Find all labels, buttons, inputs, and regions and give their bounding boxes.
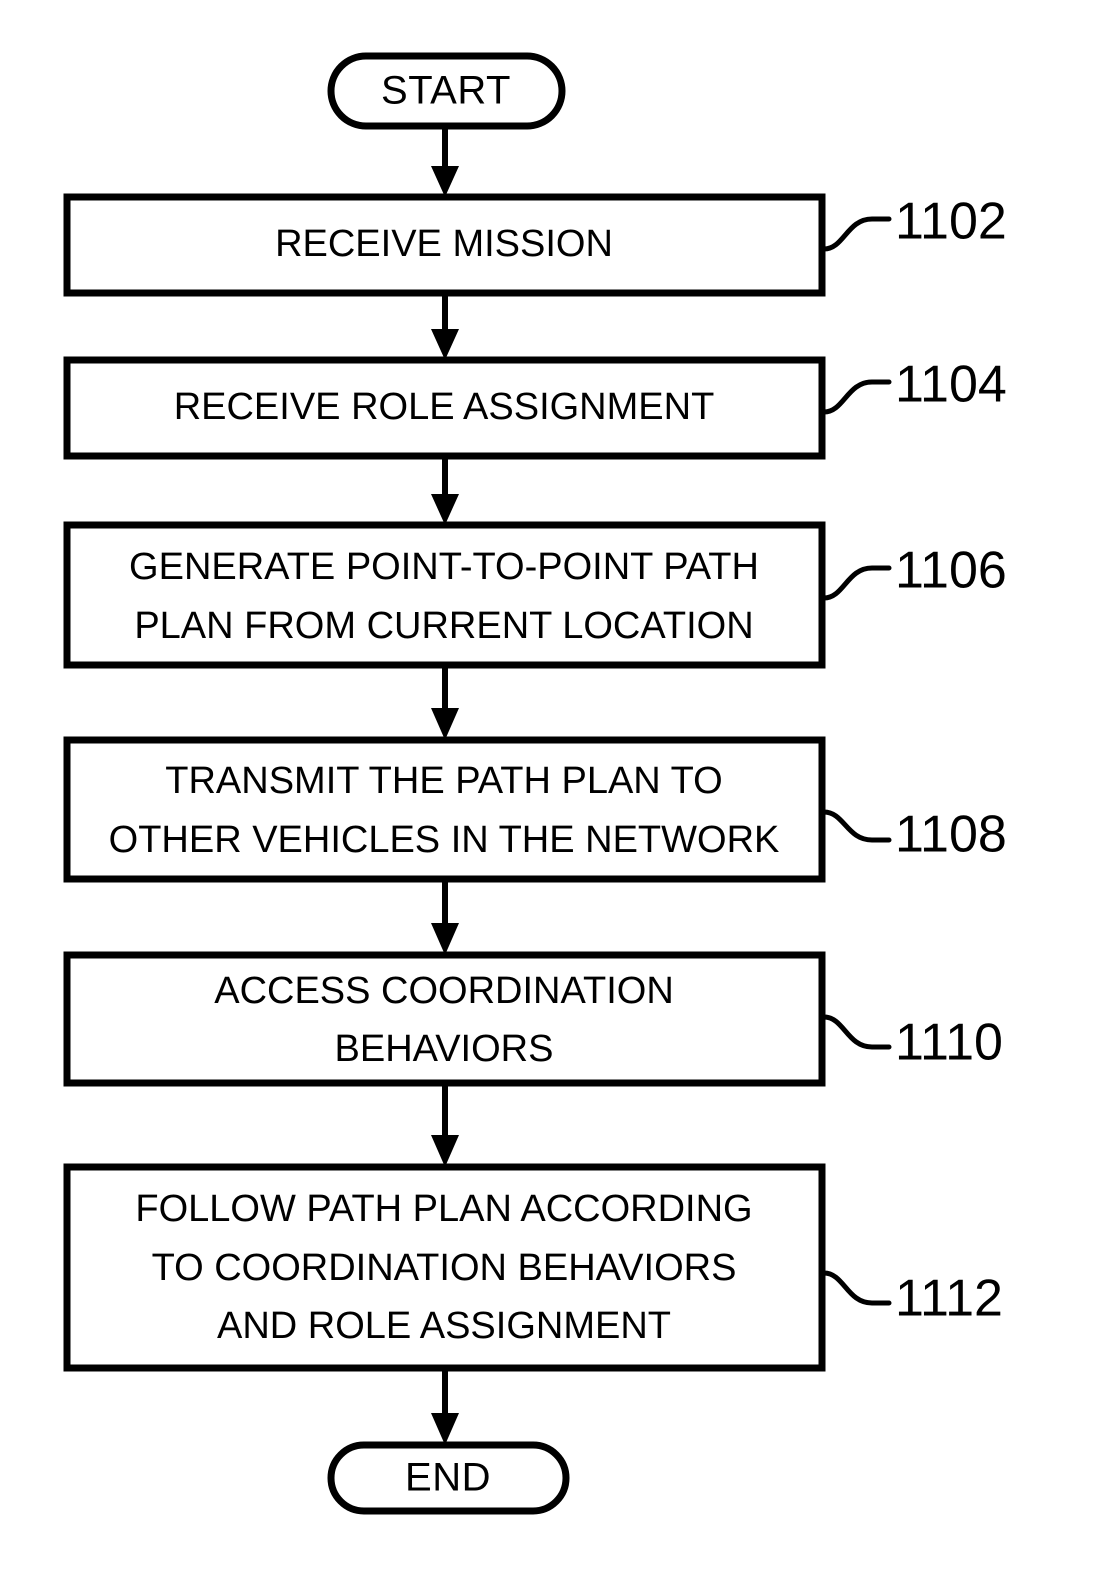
arrowhead-icon bbox=[431, 708, 459, 740]
node-step-1106: GENERATE POINT-TO-POINT PATH PLAN FROM C… bbox=[63, 521, 1007, 669]
reference-numeral-1102: 1102 bbox=[895, 193, 1007, 251]
process-label-1104-line-0: RECEIVE ROLE ASSIGNMENT bbox=[174, 386, 715, 428]
process-label-1112-line-1: TO COORDINATION BEHAVIORS bbox=[152, 1247, 737, 1289]
end-label: END bbox=[405, 1456, 491, 1500]
reference-numeral-1106: 1106 bbox=[895, 542, 1007, 600]
leader-line-1110 bbox=[821, 1014, 892, 1050]
arrowhead-icon bbox=[431, 923, 459, 955]
node-end: END bbox=[327, 1441, 570, 1515]
leader-line-1104 bbox=[821, 379, 892, 415]
arrowhead-icon bbox=[431, 1413, 459, 1445]
connector-1102-to-1104 bbox=[431, 293, 459, 360]
process-label-1102-line-0: RECEIVE MISSION bbox=[275, 223, 613, 265]
arrowhead-icon bbox=[431, 329, 459, 360]
arrowhead-icon bbox=[431, 494, 459, 525]
reference-numeral-1112: 1112 bbox=[895, 1270, 1003, 1328]
connector-start-to-1102 bbox=[431, 126, 459, 197]
connector-1112-to-end bbox=[431, 1368, 459, 1445]
connector-1110-to-1112 bbox=[431, 1083, 459, 1167]
flowchart-figure: START RECEIVE MISSION 1102 RECEIVE ROLE … bbox=[0, 0, 1115, 1579]
leader-line-1112 bbox=[821, 1270, 892, 1306]
leader-line-1108 bbox=[821, 809, 892, 843]
process-label-1110-line-0: ACCESS COORDINATION bbox=[214, 970, 674, 1012]
connector-1106-to-1108 bbox=[431, 665, 459, 740]
node-step-1110: ACCESS COORDINATION BEHAVIORS 1110 bbox=[63, 951, 1003, 1087]
node-step-1104: RECEIVE ROLE ASSIGNMENT 1104 bbox=[63, 356, 1007, 460]
node-step-1102: RECEIVE MISSION 1102 bbox=[63, 193, 1007, 297]
process-label-1112-line-2: AND ROLE ASSIGNMENT bbox=[217, 1305, 671, 1347]
arrowhead-icon bbox=[431, 1135, 459, 1167]
start-label: START bbox=[381, 69, 511, 113]
reference-numeral-1108: 1108 bbox=[895, 806, 1007, 864]
process-label-1108-line-1: OTHER VEHICLES IN THE NETWORK bbox=[109, 819, 780, 861]
node-step-1112: FOLLOW PATH PLAN ACCORDING TO COORDINATI… bbox=[63, 1163, 1003, 1372]
process-label-1110-line-1: BEHAVIORS bbox=[335, 1028, 554, 1070]
arrowhead-icon bbox=[431, 166, 459, 197]
connector-1108-to-1110 bbox=[431, 879, 459, 955]
process-label-1112-line-0: FOLLOW PATH PLAN ACCORDING bbox=[135, 1188, 752, 1230]
flowchart-canvas: START RECEIVE MISSION 1102 RECEIVE ROLE … bbox=[63, 52, 1007, 1515]
node-step-1108: TRANSMIT THE PATH PLAN TO OTHER VEHICLES… bbox=[63, 736, 1007, 883]
process-label-1106-line-1: PLAN FROM CURRENT LOCATION bbox=[134, 605, 753, 647]
leader-line-1102 bbox=[821, 216, 892, 252]
reference-numeral-1104: 1104 bbox=[895, 356, 1007, 414]
leader-line-1106 bbox=[821, 565, 892, 601]
process-label-1106-line-0: GENERATE POINT-TO-POINT PATH bbox=[129, 546, 759, 588]
connector-1104-to-1106 bbox=[431, 456, 459, 525]
reference-numeral-1110: 1110 bbox=[895, 1014, 1003, 1072]
process-label-1108-line-0: TRANSMIT THE PATH PLAN TO bbox=[165, 760, 722, 802]
node-start: START bbox=[327, 52, 566, 130]
